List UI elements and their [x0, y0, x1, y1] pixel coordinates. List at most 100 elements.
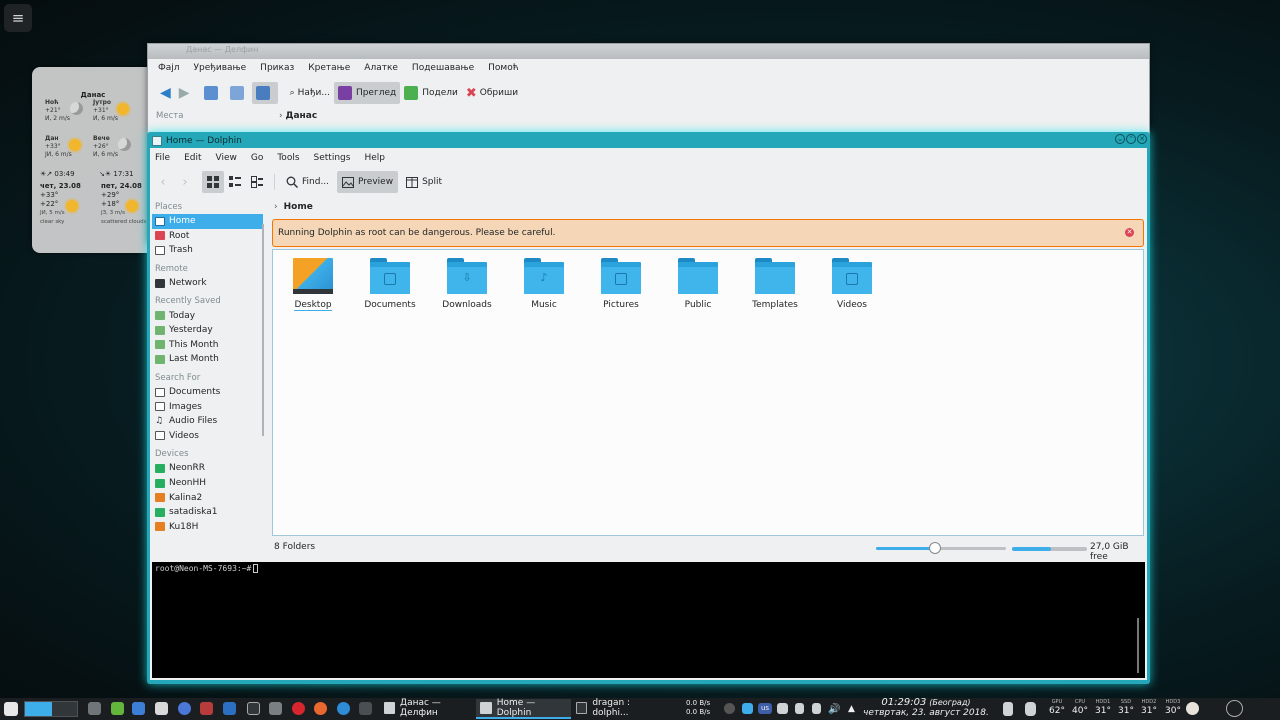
clipboard-icon[interactable] [795, 703, 804, 714]
menu-edit[interactable]: Edit [184, 153, 201, 163]
folder-item-desktop[interactable]: Desktop [275, 258, 351, 311]
task-home-dolphin[interactable]: Home — Dolphin [476, 698, 571, 719]
close-warning-button[interactable]: ✕ [1125, 228, 1134, 237]
menu-go[interactable]: Кретање [308, 63, 350, 73]
menu-go[interactable]: Go [251, 153, 263, 163]
sidebar-item-today[interactable]: Today [152, 308, 263, 323]
dolphin-launcher-icon[interactable] [223, 702, 236, 715]
lock-icon[interactable] [812, 703, 821, 714]
sidebar-item-ku18h[interactable]: Ku18H [152, 520, 263, 535]
task-dragan-dolphin[interactable]: dragan : dolphi... [572, 698, 664, 719]
notes-icon[interactable] [1003, 702, 1013, 716]
folder-item-public[interactable]: Public [660, 258, 736, 310]
leaf-app-icon[interactable] [111, 702, 124, 715]
folder-item-documents[interactable]: Documents [352, 258, 428, 310]
menu-settings[interactable]: Settings [314, 153, 351, 163]
screenshot-icon[interactable] [269, 702, 282, 715]
sidebar-item-videos[interactable]: Videos [152, 429, 263, 444]
window-titlebar[interactable]: Данас — Делфин [148, 44, 1149, 59]
virtual-desktop-pager[interactable] [24, 701, 78, 717]
tools-icon[interactable] [88, 702, 101, 715]
icons-view-button[interactable] [202, 171, 224, 193]
sidebar-scrollbar[interactable] [262, 224, 264, 436]
monitor-app-icon[interactable] [359, 702, 372, 715]
pager-active-desktop[interactable] [25, 702, 52, 716]
split-button[interactable]: Подели [400, 82, 462, 104]
browser-icon[interactable] [178, 702, 191, 715]
display-icon[interactable] [777, 703, 788, 714]
zoom-slider[interactable] [876, 542, 1006, 554]
forward-button[interactable]: › [174, 171, 196, 193]
compact-view-button[interactable] [224, 171, 246, 193]
window-titlebar[interactable]: Home — Dolphin [151, 133, 1146, 148]
compact-view-button[interactable] [226, 82, 252, 104]
preview-button[interactable]: Преглед [333, 82, 401, 104]
desktop-menu-button[interactable]: ≡ [4, 4, 32, 32]
folder-item-videos[interactable]: Videos [814, 258, 890, 310]
back-button[interactable]: ◀ [156, 82, 175, 104]
find-button[interactable]: ⌕ Нађи... [286, 82, 334, 104]
sidebar-item-home[interactable]: Home [152, 214, 263, 229]
storage-icon[interactable] [1025, 702, 1036, 716]
expand-tray-arrow-icon[interactable]: ▲ [848, 698, 855, 720]
opera-icon[interactable] [292, 702, 305, 715]
breadcrumb-home[interactable]: Home [284, 202, 313, 212]
volume-icon[interactable]: 🔊 [828, 698, 840, 720]
menu-tools[interactable]: Tools [277, 153, 299, 163]
lock-screen-button[interactable] [1226, 700, 1243, 717]
settings-app-icon[interactable] [132, 702, 145, 715]
avatar[interactable] [1186, 702, 1199, 715]
back-button[interactable]: ‹ [152, 171, 174, 193]
folder-item-pictures[interactable]: Pictures [583, 258, 659, 310]
menu-tools[interactable]: Алатке [364, 63, 398, 73]
close-button[interactable]: ✕ [1137, 134, 1147, 144]
menu-settings[interactable]: Подешавање [412, 63, 474, 73]
folder-item-templates[interactable]: Templates [737, 258, 813, 310]
delete-button[interactable]: ✖ Обриши [462, 82, 522, 104]
menu-help[interactable]: Помоћ [488, 63, 518, 73]
details-view-button[interactable] [246, 171, 268, 193]
sync-icon[interactable] [742, 703, 753, 714]
app-launcher-icon[interactable] [200, 702, 213, 715]
menu-help[interactable]: Help [364, 153, 385, 163]
maximize-button[interactable]: ⌃ [1126, 134, 1136, 144]
menu-view[interactable]: View [216, 153, 237, 163]
sidebar-item-satadiska1[interactable]: satadiska1 [152, 505, 263, 520]
sidebar-item-trash[interactable]: Trash [152, 243, 263, 258]
image-app-icon[interactable] [155, 702, 168, 715]
find-button[interactable]: Find... [281, 171, 334, 193]
thunderbird-icon[interactable] [337, 702, 350, 715]
menu-file[interactable]: Фајл [158, 63, 180, 73]
folder-item-downloads[interactable]: ⇩ Downloads [429, 258, 505, 310]
sidebar-item-root[interactable]: Root [152, 229, 263, 244]
sidebar-item-kalina2[interactable]: Kalina2 [152, 490, 263, 505]
kde-launcher-icon[interactable] [4, 702, 18, 716]
sidebar-item-audio-files[interactable]: ♫ Audio Files [152, 414, 263, 429]
clock[interactable]: 01:29:03 (Београд) четвртак, 23. август … [863, 698, 989, 719]
sidebar-item-network[interactable]: Network [152, 276, 263, 291]
sidebar-item-this-month[interactable]: This Month [152, 338, 263, 353]
sidebar-item-last-month[interactable]: Last Month [152, 352, 263, 367]
sidebar-item-neonrr[interactable]: NeonRR [152, 461, 263, 476]
terminal-scrollbar[interactable] [1137, 618, 1139, 673]
firefox-icon[interactable] [314, 702, 327, 715]
menu-file[interactable]: File [155, 153, 170, 163]
minimize-button[interactable]: ⌄ [1115, 134, 1125, 144]
sidebar-item-images[interactable]: Images [152, 399, 263, 414]
sidebar-item-yesterday[interactable]: Yesterday [152, 323, 263, 338]
forward-button[interactable]: ▶ [175, 82, 194, 104]
folder-item-music[interactable]: ♪ Music [506, 258, 582, 310]
file-view[interactable]: Desktop Documents ⇩ Downloads ♪ Music Pi… [272, 249, 1144, 536]
sidebar-item-neonhh[interactable]: NeonHH [152, 476, 263, 491]
split-button[interactable]: Split [401, 171, 447, 193]
zoom-slider-handle[interactable] [928, 542, 941, 554]
icons-view-button[interactable] [200, 82, 226, 104]
preview-button[interactable]: Preview [337, 171, 399, 193]
menu-edit[interactable]: Уређивање [194, 63, 247, 73]
task-danas-delfin[interactable]: Данас — Делфин [380, 698, 475, 719]
keyboard-layout-indicator[interactable]: us [758, 703, 772, 714]
menu-view[interactable]: Приказ [260, 63, 294, 73]
terminal-panel[interactable]: root@Neon-MS-7693:~# [152, 562, 1145, 678]
details-view-button[interactable] [251, 82, 278, 104]
sidebar-item-documents[interactable]: Documents [152, 385, 263, 400]
